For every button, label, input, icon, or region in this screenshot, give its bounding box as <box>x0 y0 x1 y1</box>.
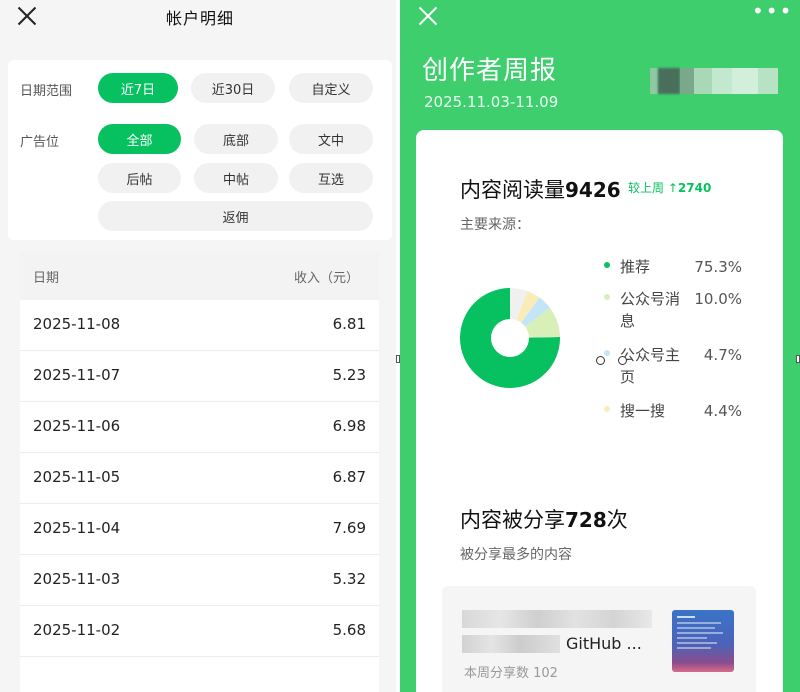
row-amount: 5.32 <box>332 570 366 588</box>
close-icon[interactable] <box>418 6 438 26</box>
report-title: 创作者周报 <box>422 56 558 86</box>
row-date: 2025-11-07 <box>33 366 121 384</box>
article-share-count: 本周分享数 102 <box>464 666 558 681</box>
legend-dot <box>604 262 610 268</box>
row-date: 2025-11-06 <box>33 417 121 435</box>
legend-pct: 10.0% <box>694 290 742 308</box>
date-range-label: 日期范围 <box>20 84 73 99</box>
income-table: 日期 收入（元） 2025-11-08 6.81 2025-11-07 5.23… <box>20 252 379 692</box>
table-row[interactable]: 2025-11-08 6.81 <box>20 300 379 351</box>
more-icon[interactable]: ••• <box>752 1 791 24</box>
legend-pct: 75.3% <box>694 258 742 276</box>
table-row[interactable]: 2025-11-06 6.98 <box>20 402 379 453</box>
reads-title: 内容阅读量9426 <box>460 174 621 204</box>
table-row[interactable]: 2025-11-05 6.87 <box>20 453 379 504</box>
row-amount: 6.81 <box>332 315 366 333</box>
legend-pct: 4.7% <box>703 346 742 364</box>
ad-slot-label: 广告位 <box>20 135 60 150</box>
sources-donut-chart <box>460 288 560 388</box>
row-date: 2025-11-05 <box>33 468 121 486</box>
row-amount: 5.68 <box>332 621 366 639</box>
table-row[interactable]: 2025-11-04 7.69 <box>20 504 379 555</box>
creator-weekly-report: ••• 创作者周报 2025.11.03-11.09 内容阅读量9426 较上周… <box>400 0 800 692</box>
date-filter-custom[interactable]: 自定义 <box>289 73 373 103</box>
sources-label: 主要来源： <box>460 217 530 233</box>
most-shared-article[interactable]: GitHub ... 本周分享数 102 <box>442 586 756 692</box>
shares-title-suffix: 次 <box>606 508 628 532</box>
date-filter-7d[interactable]: 近7日 <box>98 73 178 103</box>
legend-label: 搜一搜 <box>620 402 666 420</box>
legend-dot <box>604 350 610 356</box>
legend-pct: 4.4% <box>703 402 742 420</box>
compare-value: 2740 <box>677 181 712 195</box>
legend-label: 公众号消息 <box>620 290 681 330</box>
date-filter-30d[interactable]: 近30日 <box>191 73 275 103</box>
row-amount: 6.87 <box>332 468 366 486</box>
blurred-title-line <box>462 610 652 628</box>
most-shared-label: 被分享最多的内容 <box>460 547 572 563</box>
reads-compare: 较上周 ↑2740 <box>628 179 711 196</box>
selection-handle[interactable] <box>618 356 627 365</box>
slot-filter-bottom[interactable]: 底部 <box>194 124 278 154</box>
filter-card: 日期范围 近7日 近30日 自定义 广告位 全部 底部 文中 后帖 中帖 互选 … <box>8 60 392 240</box>
selection-handle[interactable] <box>596 356 605 365</box>
shares-count: 728 <box>565 508 607 532</box>
slot-filter-in-text[interactable]: 文中 <box>289 124 373 154</box>
top-bar: 帐户明细 <box>0 0 396 44</box>
legend-dot <box>604 294 610 300</box>
table-header: 日期 收入（元） <box>20 252 379 300</box>
legend-label: 公众号主页 <box>620 346 681 386</box>
report-date-range: 2025.11.03-11.09 <box>424 93 559 111</box>
legend-label: 推荐 <box>620 258 651 276</box>
compare-label: 较上周 <box>628 181 665 195</box>
blurred-account-name <box>650 68 778 94</box>
slot-filter-mid-post[interactable]: 中帖 <box>194 163 278 193</box>
slot-filter-rebate[interactable]: 返佣 <box>98 201 373 231</box>
page-title: 帐户明细 <box>165 9 234 28</box>
table-row[interactable]: 2025-11-02 5.68 <box>20 606 379 657</box>
legend-dot <box>604 406 610 412</box>
row-amount: 7.69 <box>332 519 366 537</box>
shares-title: 内容被分享728次 <box>460 504 628 534</box>
report-card: 内容阅读量9426 较上周 ↑2740 主要来源： 推荐 75.3% 公众号消息… <box>416 130 783 692</box>
row-date: 2025-11-02 <box>33 621 121 639</box>
blurred-title-line <box>462 635 560 653</box>
table-row[interactable]: 2025-11-07 5.23 <box>20 351 379 402</box>
account-detail-panel: 帐户明细 日期范围 近7日 近30日 自定义 广告位 全部 底部 文中 后帖 中… <box>0 0 396 692</box>
row-amount: 6.98 <box>332 417 366 435</box>
table-row[interactable]: 2025-11-03 5.32 <box>20 555 379 606</box>
arrow-up-icon: ↑ <box>667 181 678 195</box>
row-amount: 5.23 <box>332 366 366 384</box>
slot-filter-after-post[interactable]: 后帖 <box>98 163 181 193</box>
col-date-header: 日期 <box>33 271 60 286</box>
row-date: 2025-11-03 <box>33 570 121 588</box>
col-income-header: 收入（元） <box>293 271 359 286</box>
reads-count: 9426 <box>565 178 621 202</box>
shares-title-text: 内容被分享 <box>460 508 565 532</box>
slot-filter-mutual[interactable]: 互选 <box>289 163 373 193</box>
article-title: GitHub ... <box>566 634 642 653</box>
row-date: 2025-11-04 <box>33 519 121 537</box>
article-thumbnail <box>672 610 734 672</box>
row-date: 2025-11-08 <box>33 315 121 333</box>
split-handle-right[interactable] <box>796 355 800 363</box>
slot-filter-all[interactable]: 全部 <box>98 124 181 154</box>
reads-title-text: 内容阅读量 <box>460 178 565 202</box>
